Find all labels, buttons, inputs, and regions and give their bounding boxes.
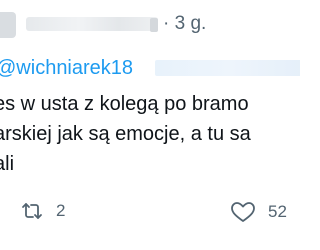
retweet-icon: [20, 200, 44, 222]
tweet-text-line: ali: [0, 153, 15, 175]
time-separator: ·: [163, 13, 170, 34]
tweet-actions: 2 52: [0, 198, 300, 228]
heart-icon: [230, 200, 256, 224]
reply-to-row: @wichniarek18: [0, 56, 300, 82]
time-ago[interactable]: 3 g.: [175, 13, 207, 34]
mention-link[interactable]: @wichniarek18: [0, 56, 133, 80]
like-button[interactable]: 52: [230, 200, 287, 224]
author-name-redacted-end: [150, 18, 158, 32]
mention-redacted: [155, 60, 300, 76]
tweet-timestamp[interactable]: · 3 g.: [163, 13, 206, 35]
author-name-redacted: [26, 17, 158, 31]
tweet-card[interactable]: · 3 g. @wichniarek18 es w usta z kolegą …: [0, 0, 300, 250]
tweet-text-line: es w usta z kolegą po bramo: [0, 93, 249, 115]
retweet-count: 2: [56, 201, 66, 220]
tweet-text: es w usta z kolegą po bramo arskiej jak …: [0, 89, 300, 179]
avatar[interactable]: [0, 12, 16, 38]
like-count: 52: [268, 202, 287, 221]
tweet-text-line: arskiej jak są emocje, a tu sa: [0, 123, 251, 145]
retweet-button[interactable]: 2: [20, 200, 65, 222]
